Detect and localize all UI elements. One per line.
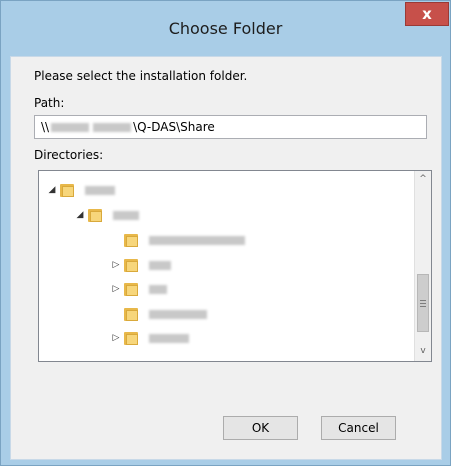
tree-node[interactable]: [111, 230, 247, 250]
tree-node[interactable]: ▷: [111, 328, 191, 348]
folder-icon: [123, 232, 139, 248]
folder-icon: [87, 207, 103, 223]
path-prefix: \\: [41, 120, 50, 134]
choose-folder-window: Choose Folder x Please select the instal…: [0, 0, 451, 466]
scroll-up-arrow-icon[interactable]: ^: [415, 171, 431, 188]
tree-node[interactable]: ◢: [47, 180, 117, 200]
tree-node-label: [111, 209, 141, 222]
ok-button[interactable]: OK: [223, 416, 298, 440]
tree-node-label: [147, 332, 191, 345]
expand-arrow-icon[interactable]: ▷: [111, 284, 121, 294]
tree-node-label: [83, 184, 117, 197]
redacted-server-name: [51, 123, 90, 132]
vertical-scrollbar[interactable]: ^ v: [414, 171, 431, 361]
directory-tree[interactable]: ◢ ◢ ▷ ▷ ▷ ^ v: [38, 170, 432, 362]
tree-node-label: [147, 259, 173, 272]
dialog-client-area: Please select the installation folder. P…: [10, 56, 442, 460]
redacted-share-name: [93, 123, 132, 132]
folder-icon: [123, 330, 139, 346]
tree-node[interactable]: [111, 304, 209, 324]
expand-arrow-icon[interactable]: ▷: [111, 333, 121, 343]
tree-node-label: [147, 234, 247, 247]
close-button[interactable]: x: [405, 2, 449, 26]
folder-icon: [123, 257, 139, 273]
cancel-button[interactable]: Cancel: [321, 416, 396, 440]
title-bar[interactable]: Choose Folder x: [1, 1, 450, 55]
scroll-down-arrow-icon[interactable]: v: [415, 343, 431, 360]
tree-node[interactable]: ▷: [111, 255, 173, 275]
folder-icon: [123, 281, 139, 297]
instruction-text: Please select the installation folder.: [34, 69, 248, 83]
path-input[interactable]: \\ \Q-DAS\Share: [34, 115, 427, 139]
path-label: Path:: [34, 96, 65, 110]
window-title: Choose Folder: [168, 19, 283, 38]
collapse-arrow-icon[interactable]: ◢: [75, 210, 85, 220]
directories-label: Directories:: [34, 148, 104, 162]
tree-node[interactable]: ◢: [75, 205, 141, 225]
tree-node-label: [147, 308, 209, 321]
tree-node[interactable]: ▷: [111, 279, 169, 299]
expand-arrow-icon[interactable]: ▷: [111, 260, 121, 270]
tree-node-label: [147, 283, 169, 296]
folder-icon: [123, 306, 139, 322]
path-suffix: \Q-DAS\Share: [133, 120, 215, 134]
collapse-arrow-icon[interactable]: ◢: [47, 185, 57, 195]
folder-icon: [59, 182, 75, 198]
scrollbar-thumb[interactable]: [417, 274, 429, 332]
